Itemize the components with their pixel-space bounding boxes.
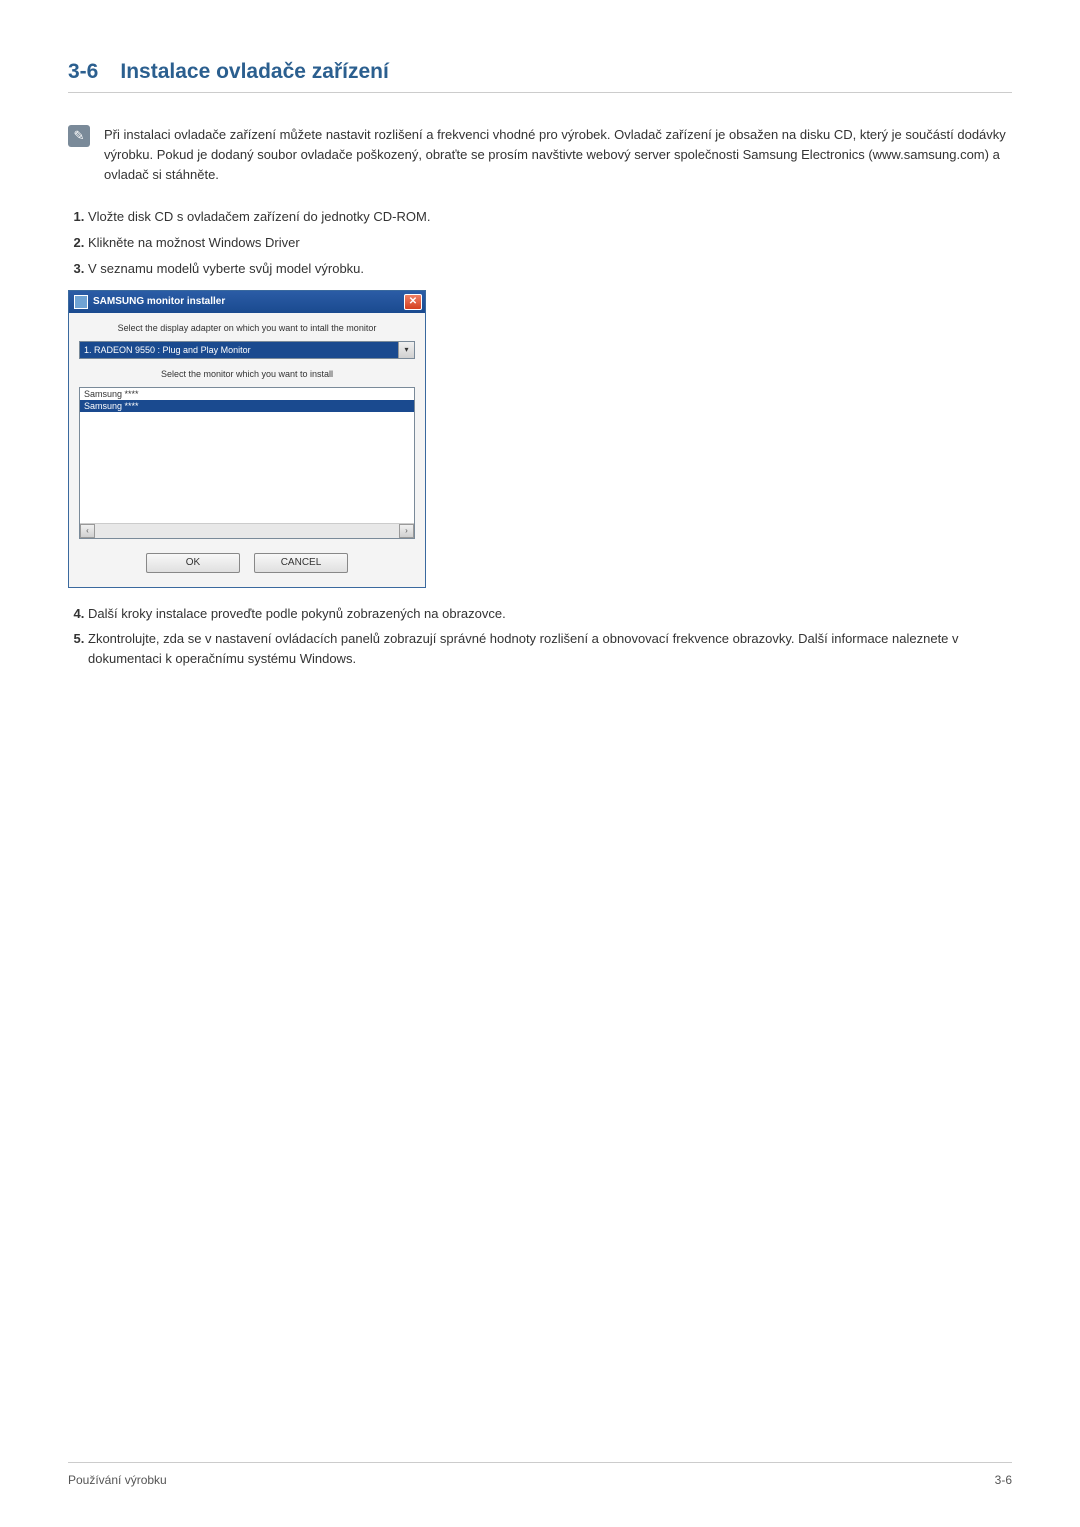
horizontal-scrollbar[interactable]: ‹ › xyxy=(80,523,414,538)
scroll-right-button[interactable]: › xyxy=(399,524,414,538)
installer-dialog: SAMSUNG monitor installer ✕ Select the d… xyxy=(68,290,426,588)
steps-list-after: Další kroky instalace proveďte podle pok… xyxy=(68,604,1012,669)
footer-left: Používání výrobku xyxy=(68,1473,167,1487)
note-text: Při instalaci ovladače zařízení můžete n… xyxy=(104,125,1012,185)
installer-titlebar: SAMSUNG monitor installer ✕ xyxy=(69,291,425,313)
section-number: 3-6 xyxy=(68,60,98,84)
note-icon: ✎ xyxy=(68,125,90,147)
adapter-dropdown[interactable]: 1. RADEON 9550 : Plug and Play Monitor ▾ xyxy=(79,341,415,359)
close-button[interactable]: ✕ xyxy=(404,294,422,310)
page-footer: Používání výrobku 3-6 xyxy=(68,1462,1012,1487)
list-item[interactable]: Samsung **** xyxy=(80,400,414,412)
step-item: Vložte disk CD s ovladačem zařízení do j… xyxy=(88,207,1012,228)
step-item: Klikněte na možnost Windows Driver xyxy=(88,233,1012,254)
installer-select-monitor-label: Select the monitor which you want to ins… xyxy=(79,369,415,379)
note-block: ✎ Při instalaci ovladače zařízení můžete… xyxy=(68,125,1012,185)
ok-button[interactable]: OK xyxy=(146,553,240,573)
installer-title: SAMSUNG monitor installer xyxy=(93,296,225,307)
dropdown-value: 1. RADEON 9550 : Plug and Play Monitor xyxy=(80,342,398,358)
close-icon: ✕ xyxy=(409,296,417,307)
dropdown-arrow-button[interactable]: ▾ xyxy=(398,342,414,358)
app-icon xyxy=(74,295,88,309)
chevron-right-icon: › xyxy=(405,526,408,535)
step-item: V seznamu modelů vyberte svůj model výro… xyxy=(88,259,1012,280)
scroll-left-button[interactable]: ‹ xyxy=(80,524,95,538)
monitor-listbox[interactable]: Samsung **** Samsung **** ‹ › xyxy=(79,387,415,539)
footer-right: 3-6 xyxy=(995,1473,1012,1487)
installer-body: Select the display adapter on which you … xyxy=(69,313,425,587)
installer-button-row: OK CANCEL xyxy=(79,553,415,573)
step-item: Zkontrolujte, zda se v nastavení ovládac… xyxy=(88,629,1012,669)
step-item: Další kroky instalace proveďte podle pok… xyxy=(88,604,1012,624)
chevron-left-icon: ‹ xyxy=(86,526,89,535)
steps-list-before: Vložte disk CD s ovladačem zařízení do j… xyxy=(68,207,1012,279)
section-title: Instalace ovladače zařízení xyxy=(120,60,388,84)
list-item[interactable]: Samsung **** xyxy=(80,388,414,400)
section-header: 3-6 Instalace ovladače zařízení xyxy=(68,60,1012,93)
cancel-button[interactable]: CANCEL xyxy=(254,553,348,573)
chevron-down-icon: ▾ xyxy=(404,345,408,354)
installer-select-adapter-label: Select the display adapter on which you … xyxy=(79,323,415,333)
